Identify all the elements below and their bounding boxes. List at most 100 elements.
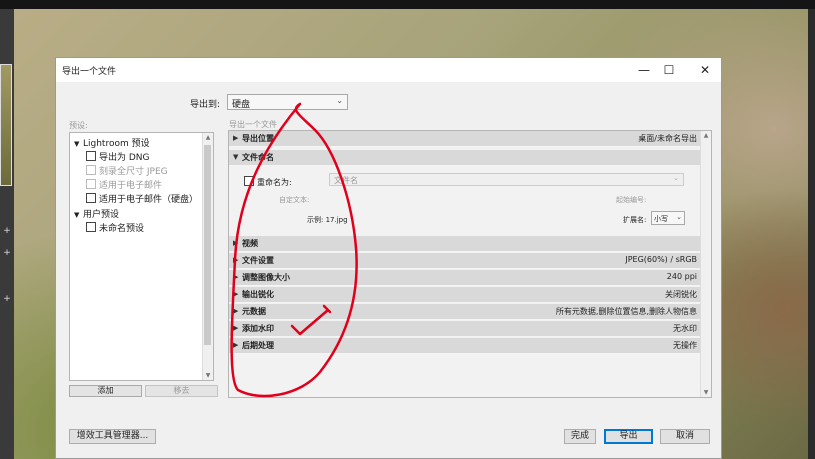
preset-item-label: 未命名预设 <box>99 224 145 234</box>
presets-scrollbar[interactable]: ▲ ▼ <box>202 133 213 380</box>
scroll-up-icon[interactable]: ▲ <box>701 132 711 139</box>
section-title: 导出位置 <box>242 134 274 143</box>
section-title: 调整图像大小 <box>242 273 290 282</box>
preset-item[interactable]: 未命名预设 <box>86 221 144 234</box>
checkbox[interactable] <box>86 179 96 189</box>
scrollbar-thumb[interactable] <box>204 145 211 345</box>
export-to-select[interactable]: 硬盘 ⌄ <box>227 94 348 110</box>
collapsed-triangle-icon: ▶ <box>233 307 239 315</box>
preset-item[interactable]: 导出为 DNG <box>86 150 150 163</box>
filename-example: 示例: 17.jpg <box>307 216 348 224</box>
expanded-triangle-icon: ▼ <box>233 153 239 161</box>
rename-label: 重命名为: <box>257 178 292 187</box>
section-title: 后期处理 <box>242 341 274 350</box>
scroll-up-icon[interactable]: ▲ <box>203 134 213 141</box>
section-summary: JPEG(60%) / sRGB <box>625 255 697 264</box>
export-to-label: 导出到: <box>190 100 221 110</box>
collapsed-triangle-icon: ▶ <box>233 134 239 142</box>
start-number-label: 起始编号: <box>616 196 647 204</box>
rename-checkbox-row[interactable]: 重命名为: <box>244 176 292 188</box>
preset-group-user[interactable]: ▼ 用户预设 <box>74 207 119 220</box>
done-button[interactable]: 完成 <box>564 429 596 444</box>
rename-template-select[interactable]: 文件名 ⌄ <box>329 173 684 186</box>
section-title: 元数据 <box>242 307 266 316</box>
extension-label: 扩展名: <box>623 216 647 224</box>
section-file-naming[interactable]: ▼ 文件命名 <box>229 150 703 166</box>
close-icon[interactable]: ✕ <box>695 61 715 79</box>
scroll-down-icon[interactable]: ▼ <box>203 372 213 379</box>
add-preset-button[interactable]: 添加 <box>69 385 142 397</box>
plus-icon[interactable]: + <box>1 247 13 259</box>
preset-item-label: 导出为 DNG <box>99 153 150 163</box>
checkbox[interactable] <box>86 222 96 232</box>
dialog-titlebar: 导出一个文件 — ☐ ✕ <box>56 58 721 82</box>
section-file-settings[interactable]: ▶ 文件设置 JPEG(60%) / sRGB <box>229 253 703 269</box>
expand-triangle-icon: ▼ <box>74 211 80 219</box>
section-export-location[interactable]: ▶ 导出位置 桌面/未命名导出 <box>229 131 703 147</box>
export-to-value: 硬盘 <box>232 100 251 110</box>
checkbox[interactable] <box>86 193 96 203</box>
collapsed-triangle-icon: ▶ <box>233 256 239 264</box>
section-title: 视频 <box>242 239 258 248</box>
chevron-down-icon: ⌄ <box>676 213 682 221</box>
collapsed-triangle-icon: ▶ <box>233 290 239 298</box>
section-image-sizing[interactable]: ▶ 调整图像大小 240 ppi <box>229 270 703 286</box>
section-summary: 无水印 <box>673 324 697 333</box>
preset-item[interactable]: 刻录全尺寸 JPEG <box>86 164 168 177</box>
cancel-button[interactable]: 取消 <box>660 429 710 444</box>
app-top-bar <box>0 0 815 9</box>
scroll-down-icon[interactable]: ▼ <box>701 389 711 396</box>
presets-list: ▼ Lightroom 预设 导出为 DNG 刻录全尺寸 JPEG 适用于电子邮件… <box>69 132 214 381</box>
extension-value: 小写 <box>654 215 668 223</box>
expand-triangle-icon: ▼ <box>74 140 80 148</box>
checkbox[interactable] <box>86 165 96 175</box>
chevron-down-icon: ⌄ <box>673 174 679 182</box>
section-summary: 无操作 <box>673 341 697 350</box>
preset-item-label: 刻录全尺寸 JPEG <box>99 167 168 177</box>
section-watermark[interactable]: ▶ 添加水印 无水印 <box>229 321 703 337</box>
collapsed-triangle-icon: ▶ <box>233 239 239 247</box>
section-summary: 关闭锐化 <box>665 290 697 299</box>
preset-item[interactable]: 适用于电子邮件（硬盘） <box>86 192 198 205</box>
preset-group-label: Lightroom 预设 <box>83 139 150 149</box>
preset-group-label: 用户预设 <box>83 210 120 220</box>
collapsed-triangle-icon: ▶ <box>233 324 239 332</box>
dialog-title: 导出一个文件 <box>62 67 117 77</box>
custom-text-label: 自定文本: <box>279 196 310 204</box>
extension-select[interactable]: 小写 ⌄ <box>651 211 685 225</box>
preset-item[interactable]: 适用于电子邮件 <box>86 178 162 191</box>
chevron-down-icon: ⌄ <box>336 96 343 105</box>
maximize-icon[interactable]: ☐ <box>659 61 679 79</box>
remove-preset-button[interactable]: 移去 <box>145 385 218 397</box>
plus-icon[interactable]: + <box>1 293 13 305</box>
sections-scrollbar[interactable]: ▲ ▼ <box>700 131 711 397</box>
plus-icon[interactable]: + <box>1 225 13 237</box>
export-dialog: 导出一个文件 — ☐ ✕ 导出到: 硬盘 ⌄ 预设: ▼ Lightroom 预设… <box>55 57 722 459</box>
preset-group-lightroom[interactable]: ▼ Lightroom 预设 <box>74 136 150 149</box>
section-title: 输出锐化 <box>242 290 274 299</box>
rename-checkbox[interactable] <box>244 176 254 186</box>
settings-sections: ▶ 导出位置 桌面/未命名导出 ▼ 文件命名 重命名为: 文件名 ⌄ 自定文本:… <box>228 130 712 398</box>
minimize-icon[interactable]: — <box>634 61 654 79</box>
file-naming-panel: 重命名为: 文件名 ⌄ 自定文本: 起始编号: 示例: 17.jpg 扩展名: … <box>229 168 703 236</box>
section-output-sharpening[interactable]: ▶ 输出锐化 关闭锐化 <box>229 287 703 303</box>
plugin-manager-button[interactable]: 增效工具管理器... <box>69 429 156 444</box>
section-video[interactable]: ▶ 视频 <box>229 236 703 252</box>
checkbox[interactable] <box>86 151 96 161</box>
section-metadata[interactable]: ▶ 元数据 所有元数据,删除位置信息,删除人物信息 <box>229 304 703 320</box>
right-panel-strip <box>808 9 815 459</box>
section-title: 文件命名 <box>242 153 274 162</box>
export-button[interactable]: 导出 <box>604 429 653 444</box>
collapsed-triangle-icon: ▶ <box>233 341 239 349</box>
export-caption: 导出一个文件 <box>229 120 277 129</box>
section-summary: 240 ppi <box>666 272 697 281</box>
section-post-processing[interactable]: ▶ 后期处理 无操作 <box>229 338 703 354</box>
section-title: 添加水印 <box>242 324 274 333</box>
presets-label: 预设: <box>69 121 88 130</box>
section-summary: 桌面/未命名导出 <box>638 134 697 143</box>
section-title: 文件设置 <box>242 256 274 265</box>
filmstrip-thumbnail[interactable] <box>0 64 12 186</box>
rename-template-value: 文件名 <box>334 176 358 185</box>
preset-item-label: 适用于电子邮件 <box>99 181 163 191</box>
collapsed-triangle-icon: ▶ <box>233 273 239 281</box>
